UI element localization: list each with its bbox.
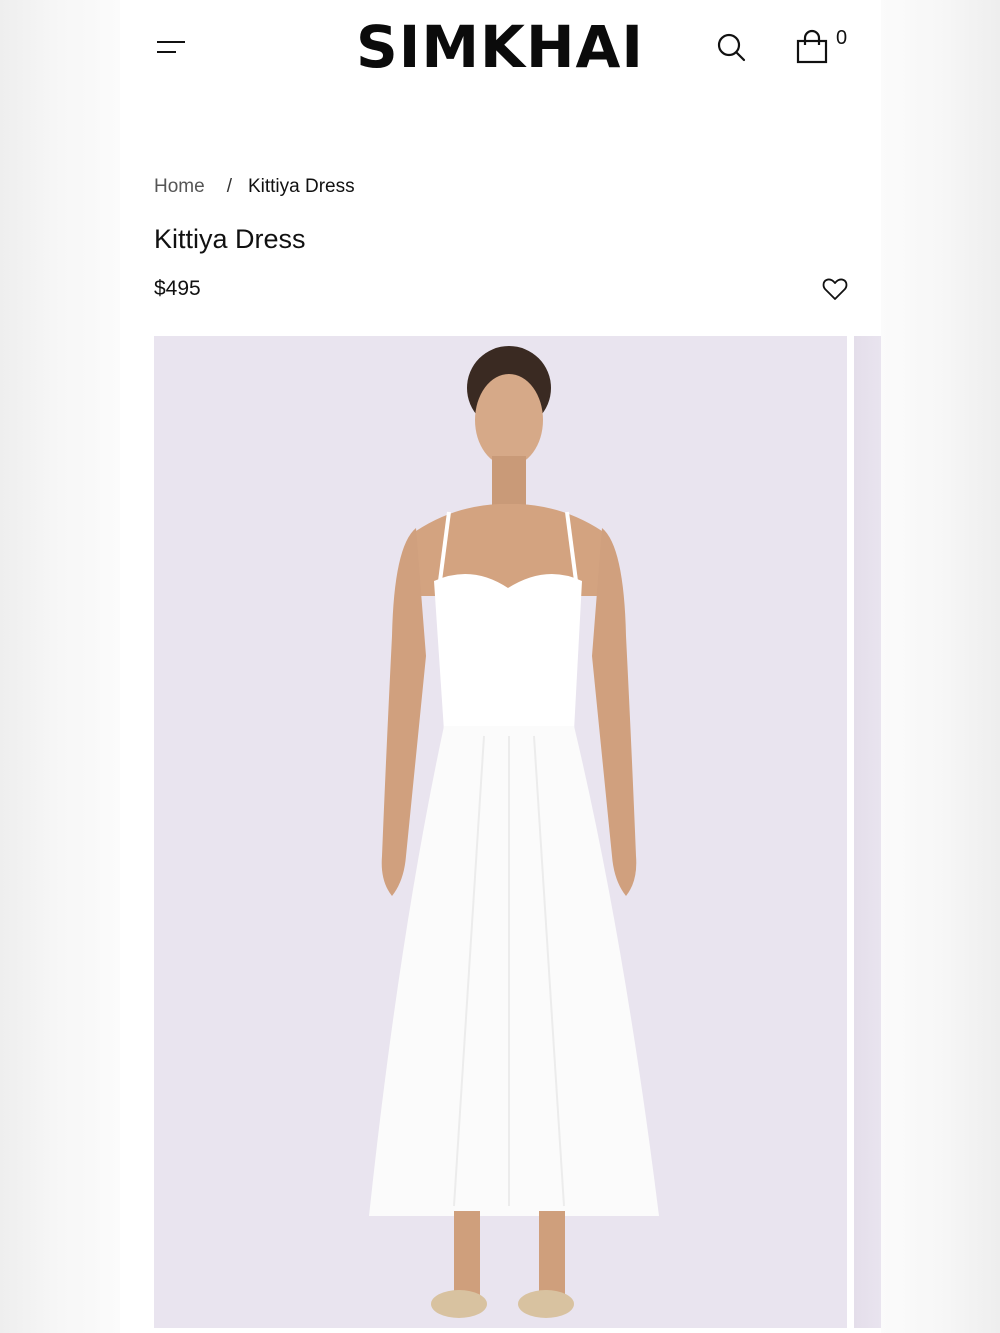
breadcrumb-separator: /	[226, 176, 232, 197]
cart-count-badge: 0	[836, 27, 848, 49]
add-to-wishlist-button[interactable]	[821, 275, 849, 303]
product-title: Kittiya Dress	[154, 224, 306, 254]
model-in-white-dress-illustration	[369, 346, 659, 1318]
product-image-main[interactable]	[154, 336, 847, 1328]
breadcrumb-home-link[interactable]: Home	[154, 175, 205, 199]
brand-logo[interactable]: SIMKHAI	[350, 12, 650, 82]
breadcrumb-current: Kittiya Dress	[247, 176, 355, 197]
search-icon	[717, 33, 746, 62]
product-price: $495	[154, 277, 201, 300]
cart-button[interactable]	[794, 28, 830, 66]
product-page: SIMKHAI 0 Home / Kittiya Dress Kittiya D…	[120, 0, 881, 1333]
menu-button[interactable]	[154, 34, 188, 60]
breadcrumb: Home / Kittiya Dress	[154, 175, 355, 199]
product-image-next-peek[interactable]	[854, 336, 881, 1328]
site-header: SIMKHAI 0	[120, 0, 881, 100]
hamburger-menu-icon	[157, 41, 185, 53]
shopping-bag-icon	[796, 29, 828, 64]
search-button[interactable]	[714, 30, 748, 64]
heart-icon	[822, 278, 848, 300]
product-image-gallery[interactable]	[154, 336, 881, 1333]
